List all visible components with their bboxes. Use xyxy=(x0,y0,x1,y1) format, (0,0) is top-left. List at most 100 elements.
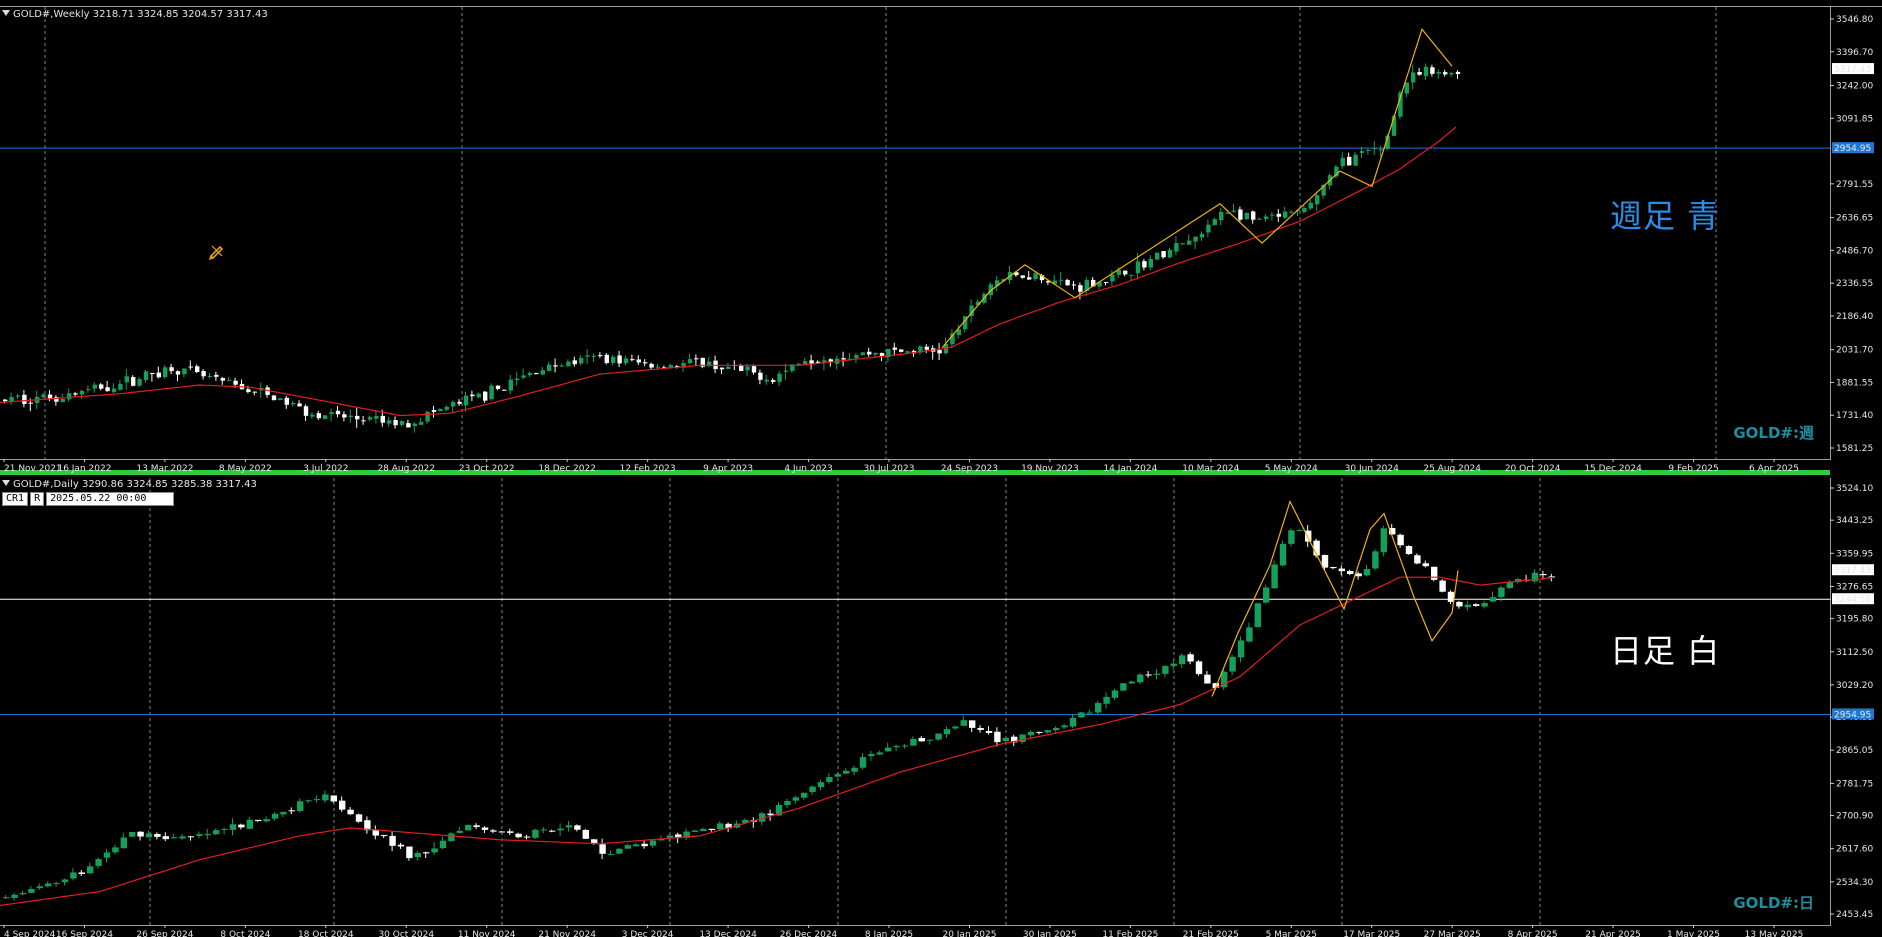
candle-body xyxy=(221,828,228,830)
candle-body xyxy=(406,846,413,859)
candle-body xyxy=(196,834,203,836)
candle-body xyxy=(171,837,178,839)
candle-body xyxy=(1206,224,1211,233)
candle-body xyxy=(1411,72,1416,83)
price-tick-label: 3546.80 xyxy=(1836,15,1873,25)
candle-body xyxy=(188,366,193,368)
collapse-triangle-icon[interactable] xyxy=(2,480,10,486)
crosshair-mode[interactable]: R xyxy=(30,492,45,506)
candle-body xyxy=(103,852,111,858)
candle-body xyxy=(207,376,213,378)
pencil-icon[interactable] xyxy=(208,242,226,261)
candle-body xyxy=(36,886,43,889)
collapse-triangle-icon[interactable] xyxy=(2,10,10,16)
date-tick-label: 9 Apr 2023 xyxy=(703,464,753,474)
candle-body xyxy=(162,836,169,840)
date-tick-label: 11 Nov 2024 xyxy=(458,930,516,937)
date-tick-label: 23 Oct 2022 xyxy=(459,464,515,474)
candle-body xyxy=(905,351,910,353)
candle-body xyxy=(668,365,673,368)
candle-body xyxy=(623,358,629,364)
candle-body xyxy=(777,373,782,382)
candle-body xyxy=(1540,574,1547,576)
candle-body xyxy=(288,810,295,812)
price-tick-label: 3242.00 xyxy=(1836,82,1873,92)
candle-body xyxy=(717,823,724,830)
candle-body xyxy=(599,844,606,854)
candle-body xyxy=(1449,73,1454,75)
candle-body xyxy=(1405,546,1413,555)
candle-body xyxy=(195,366,200,373)
candle-body xyxy=(1347,156,1352,166)
price-tick-label: 2336.55 xyxy=(1836,279,1873,289)
candle-body xyxy=(347,809,354,815)
candle-body xyxy=(19,892,27,895)
candle-body xyxy=(1238,209,1243,220)
date-tick-label: 25 Aug 2024 xyxy=(1423,464,1481,474)
daily-plot-area[interactable]: 3524.10 3443.25 3359.95 3276.65 3195.80 3112.… xyxy=(0,478,1874,937)
candle-body xyxy=(633,844,640,847)
weekly-chart-pane[interactable]: 3546.80 3396.70 3242.00 3091.85 2791.55 2636.… xyxy=(0,6,1882,474)
candle-body xyxy=(960,720,967,726)
candle-body xyxy=(764,379,769,382)
candle-body xyxy=(1489,597,1497,602)
candle-body xyxy=(465,824,472,831)
date-tick-label: 13 May 2025 xyxy=(1745,930,1804,937)
candle-body xyxy=(1244,212,1249,220)
candle-body xyxy=(977,727,984,730)
candle-body xyxy=(389,835,396,846)
candle-body xyxy=(476,393,481,398)
candle-body xyxy=(342,414,347,418)
candle-body xyxy=(901,745,909,747)
candle-body xyxy=(213,830,220,835)
candle-body xyxy=(1061,725,1068,728)
candle-body xyxy=(1257,218,1262,220)
candle-body xyxy=(1414,555,1421,564)
candle-body xyxy=(263,819,270,822)
candle-body xyxy=(1308,202,1313,209)
candle-body xyxy=(796,363,801,365)
candle-body xyxy=(316,413,321,419)
price-tick-label: 1731.40 xyxy=(1836,411,1873,421)
white-level-label: 3244.58 xyxy=(1834,595,1871,605)
candle-body xyxy=(87,866,94,874)
candle-body xyxy=(406,423,411,428)
candle-body xyxy=(502,389,507,391)
candle-body xyxy=(1254,603,1261,628)
date-tick-label: 28 Aug 2022 xyxy=(377,464,435,474)
price-tick-label: 2791.55 xyxy=(1836,180,1873,190)
candle-body xyxy=(95,859,102,866)
candle-body xyxy=(873,352,878,355)
daily-chart-pane[interactable]: 3524.10 3443.25 3359.95 3276.65 3195.80 3112.… xyxy=(0,478,1882,937)
price-tick-label: 2700.90 xyxy=(1836,812,1873,822)
candle-body xyxy=(534,373,539,375)
candle-body xyxy=(335,410,341,415)
candle-body xyxy=(374,416,379,419)
weekly-plot-area[interactable]: 3546.80 3396.70 3242.00 3091.85 2791.55 2636.… xyxy=(0,7,1874,474)
level-price-label: 2954.95 xyxy=(1834,144,1871,154)
date-tick-label: 13 Mar 2022 xyxy=(136,464,193,474)
date-tick-label: 5 May 2024 xyxy=(1265,464,1318,474)
candle-body xyxy=(817,782,825,788)
date-tick-label: 30 Jul 2023 xyxy=(864,464,915,474)
candle-body xyxy=(1397,534,1404,546)
candle-body xyxy=(1246,627,1253,642)
candle-body xyxy=(397,844,405,847)
candle-body xyxy=(885,747,892,752)
candle-body xyxy=(527,373,533,376)
date-tick-label: 30 Jun 2024 xyxy=(1345,464,1399,474)
candle-body xyxy=(448,833,455,842)
price-tick-label: 1581.25 xyxy=(1836,444,1873,454)
candle-body xyxy=(60,398,65,402)
price-tick-label: 3112.50 xyxy=(1836,648,1873,658)
candle-body xyxy=(470,394,475,397)
candle-body xyxy=(1302,207,1307,213)
candle-body xyxy=(227,379,232,381)
date-tick-label: 8 Oct 2024 xyxy=(220,930,270,937)
candle-body xyxy=(28,402,33,404)
candle-body xyxy=(574,825,581,830)
crosshair-tag[interactable]: CR1 xyxy=(2,492,29,506)
candle-body xyxy=(565,825,573,828)
date-tick-label: 15 Dec 2024 xyxy=(1584,464,1642,474)
candle-body xyxy=(129,831,136,837)
